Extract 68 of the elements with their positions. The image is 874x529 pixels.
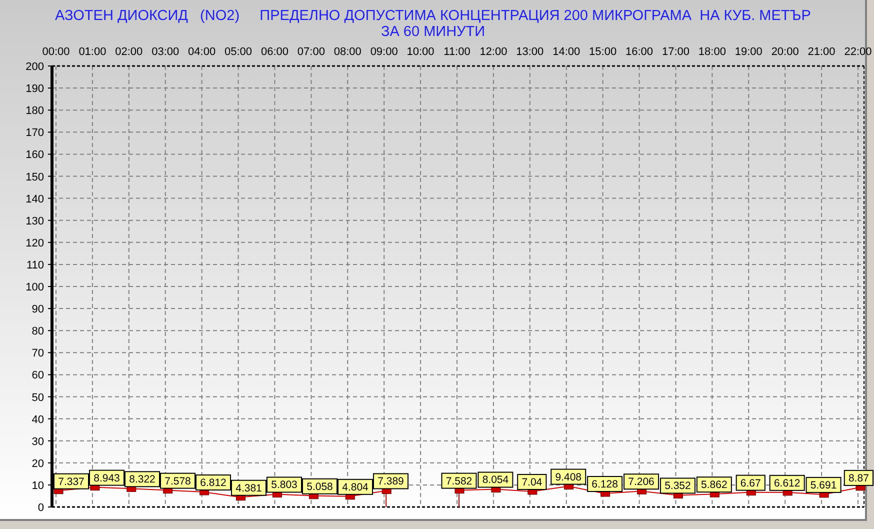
axis-tick-label: 06:00 — [260, 46, 288, 58]
axis-tick-label: 07:00 — [297, 46, 325, 58]
axis-tick-label: 19:00 — [734, 46, 762, 58]
axis-tick-label: 01:00 — [78, 46, 106, 58]
axis-tick-label: 17:00 — [662, 46, 690, 58]
axis-tick-label: 14:00 — [552, 46, 580, 58]
data-label: 8.054 — [478, 472, 514, 488]
axis-tick-label: 40 — [32, 414, 44, 426]
axis-tick-label: 20 — [32, 458, 44, 470]
axis-tick-label: 60 — [32, 370, 44, 382]
axis-tick-label: 0 — [38, 502, 44, 514]
axis-tick-label: 22:00 — [844, 46, 872, 58]
axis-tick-label: 04:00 — [188, 46, 216, 58]
axis-tick-label: 15:00 — [589, 46, 617, 58]
data-label: 7.337 — [54, 473, 89, 490]
data-label: 8.943 — [89, 470, 124, 486]
data-label: 4.381 — [231, 480, 266, 496]
axis-tick-label: 140 — [26, 193, 44, 206]
axis-tick-label: 09:00 — [370, 46, 398, 58]
axis-tick-label: 150 — [26, 171, 44, 184]
axis-tick-label: 180 — [26, 105, 44, 118]
data-label: 4.804 — [338, 478, 373, 495]
data-label: 5.058 — [302, 478, 338, 494]
axis-tick-label: 18:00 — [698, 46, 726, 58]
data-label: 6.128 — [587, 476, 623, 492]
data-label: 8.322 — [124, 471, 160, 488]
axis-tick-label: 50 — [32, 392, 44, 404]
axis-tick-label: 110 — [26, 259, 44, 272]
axis-tick-label: 13:00 — [516, 46, 544, 58]
axis-tick-label: 11:00 — [444, 46, 470, 58]
axis-tick-label: 70 — [32, 348, 44, 360]
data-label: 5.352 — [660, 478, 696, 494]
axis-tick-label: 190 — [26, 83, 44, 96]
axis-tick-label: 05:00 — [224, 46, 252, 58]
data-label: 6.612 — [769, 474, 805, 491]
axis-tick-label: 90 — [32, 304, 44, 316]
axis-tick-label: 12:00 — [480, 46, 508, 58]
axis-tick-label: 30 — [32, 436, 44, 448]
data-label: 6.67 — [736, 474, 766, 491]
axis-tick-label: 170 — [26, 127, 44, 140]
chart-title: ЗА 60 МИНУТИ — [380, 24, 486, 40]
data-label: 5.803 — [266, 476, 302, 493]
axis-tick-label: 10 — [32, 480, 44, 492]
data-label: 5.862 — [696, 476, 732, 493]
axis-tick-label: 03:00 — [152, 46, 180, 58]
axis-tick-label: 00:00 — [42, 46, 70, 58]
data-label: 7.04 — [517, 474, 547, 490]
axis-tick-label: 80 — [32, 326, 44, 338]
axis-tick-label: 20:00 — [771, 46, 799, 58]
axis-tick-label: 21:00 — [808, 46, 836, 58]
axis-tick-label: 08:00 — [334, 46, 362, 58]
chart-title: АЗОТЕН ДИОКСИД (NO2) ПРЕДЕЛНО ДОПУСТИМА КОНЦЕНТРАЦИЯ 200 МИКРОГРАМА НА КУБ. МЕТЪР — [55, 8, 811, 24]
data-label: 7.389 — [373, 473, 408, 490]
axis-tick-label: 130 — [26, 215, 44, 228]
data-label: 5.691 — [806, 476, 842, 493]
axis-tick-label: 200 — [26, 61, 44, 73]
axis-tick-label: 16:00 — [626, 46, 654, 58]
axis-tick-label: 120 — [26, 237, 44, 250]
axis-tick-label: 160 — [26, 149, 44, 162]
data-label: 8.87 — [844, 470, 874, 486]
data-label: 7.582 — [441, 472, 477, 489]
axis-tick-label: 10:00 — [406, 46, 434, 58]
data-label: 7.206 — [624, 474, 660, 490]
data-label: 7.578 — [160, 472, 196, 489]
data-label: 6.812 — [196, 474, 231, 490]
axis-tick-label: 100 — [26, 282, 44, 294]
data-label: 9.408 — [550, 468, 586, 485]
axis-tick-label: 02:00 — [115, 46, 143, 58]
